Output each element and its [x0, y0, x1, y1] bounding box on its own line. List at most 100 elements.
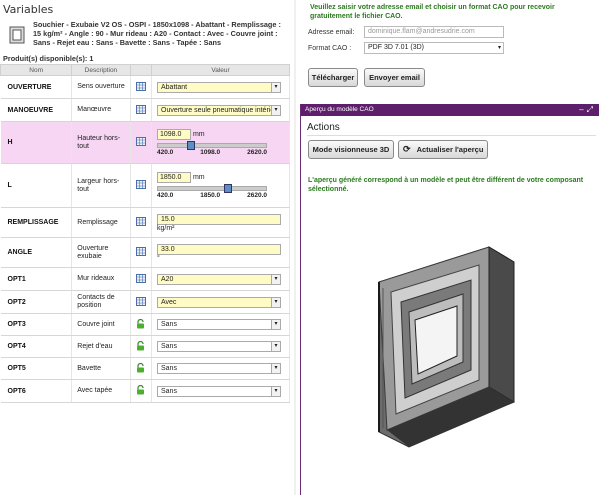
- table-row: OPT2 Contacts de position Avec ▾: [0, 290, 290, 314]
- ouverture-select[interactable]: Abattant ▾: [157, 81, 281, 93]
- h-min: 420.0: [157, 149, 174, 156]
- table-row: OPT1 Mur rideaux A20 ▾: [0, 267, 290, 291]
- var-desc: Couvre joint: [71, 313, 131, 336]
- table-row: OUVERTURE Sens ouverture Abattant ▾: [0, 75, 290, 99]
- minimize-icon[interactable]: –: [579, 105, 586, 114]
- col-name: Nom: [0, 64, 73, 76]
- table-row: OPT5 Bavette Sans ▾: [0, 357, 290, 380]
- l-slider-knob[interactable]: [224, 184, 233, 193]
- var-desc: Sens ouverture: [71, 75, 131, 99]
- var-name: L: [0, 163, 73, 208]
- grid-icon[interactable]: [130, 237, 153, 268]
- opt2-select[interactable]: Avec ▾: [157, 296, 281, 308]
- refresh-icon: ⟳: [403, 144, 411, 154]
- opt5-select[interactable]: Sans ▾: [157, 363, 281, 374]
- l-input[interactable]: 1850.0: [157, 172, 191, 183]
- table-row: MANOEUVRE Manœuvre Ouverture seule pneum…: [0, 98, 290, 122]
- preview-header: Aperçu du modèle CAO –⤢: [301, 104, 599, 116]
- table-row: REMPLISSAGE Remplissage 15.0 kg/m²: [0, 207, 290, 238]
- col-value: Valeur: [151, 64, 290, 76]
- panel-divider: [294, 0, 296, 495]
- grid-icon[interactable]: [130, 163, 153, 208]
- angle-unit: °: [157, 254, 160, 262]
- format-label: Format CAO :: [308, 45, 352, 52]
- lock-icon[interactable]: [130, 379, 153, 403]
- opt6-select[interactable]: Sans ▾: [157, 385, 281, 397]
- grid-icon[interactable]: [130, 98, 153, 122]
- grid-icon[interactable]: [130, 121, 153, 164]
- var-desc: Manœuvre: [71, 98, 131, 122]
- grid-icon[interactable]: [130, 207, 153, 238]
- var-name: H: [0, 121, 73, 164]
- grid-icon[interactable]: [130, 75, 153, 99]
- h-slider-knob[interactable]: [187, 141, 196, 150]
- expand-icon[interactable]: ⤢: [587, 105, 596, 114]
- table-row: OPT6 Avec tapée Sans ▾: [0, 379, 290, 403]
- var-desc: Ouverture exubaie: [71, 237, 131, 268]
- h-unit: mm: [192, 131, 205, 138]
- l-slider[interactable]: [157, 184, 267, 193]
- grid-icon[interactable]: [130, 290, 153, 314]
- viewer-3d-button[interactable]: Mode visionneuse 3D: [308, 140, 394, 159]
- col-icon: [129, 64, 153, 76]
- var-name: MANOEUVRE: [0, 98, 73, 122]
- h-cur: 1098.0: [200, 149, 221, 156]
- table-header: Nom Description Valeur: [0, 64, 290, 76]
- actions-title: Actions: [307, 122, 340, 133]
- table-row: H Hauteur hors-tout 1098.0 mm 420.0 1098…: [0, 121, 290, 164]
- grid-icon[interactable]: [130, 267, 153, 291]
- h-max: 2620.0: [247, 149, 267, 156]
- var-desc: Bavette: [71, 357, 131, 380]
- var-name: OPT1: [0, 267, 73, 291]
- table-row: OPT4 Rejet d'eau Sans ▾: [0, 335, 290, 358]
- panel-title: Variables: [3, 3, 54, 16]
- var-desc: Mur rideaux: [71, 267, 131, 291]
- h-input[interactable]: 1098.0: [157, 129, 191, 140]
- var-name: OPT4: [0, 335, 73, 358]
- l-cur: 1850.0: [200, 192, 221, 199]
- table-row: L Largeur hors-tout 1850.0 mm 420.0 1850…: [0, 163, 290, 208]
- var-desc: Hauteur hors-tout: [71, 121, 131, 164]
- send-email-button[interactable]: Envoyer email: [364, 68, 425, 87]
- form-message: Veuillez saisir votre adresse email et c…: [310, 4, 555, 20]
- email-field[interactable]: dominique.flam@andresudrie.com: [364, 26, 504, 38]
- angle-input[interactable]: 33.0: [157, 243, 281, 255]
- opt3-select[interactable]: Sans ▾: [157, 319, 281, 330]
- lock-icon[interactable]: [130, 335, 153, 358]
- l-max: 2620.0: [247, 192, 267, 199]
- var-name: OPT3: [0, 313, 73, 336]
- var-name: REMPLISSAGE: [0, 207, 73, 238]
- l-min: 420.0: [157, 192, 174, 199]
- table-row: ANGLE Ouverture exubaie 33.0 °: [0, 237, 290, 268]
- window-model-preview: [378, 246, 515, 448]
- preview-title: Aperçu du modèle CAO: [305, 106, 374, 113]
- table-row: OPT3 Couvre joint Sans ▾: [0, 313, 290, 336]
- email-label: Adresse email:: [308, 29, 355, 36]
- download-button[interactable]: Télécharger: [308, 68, 358, 87]
- remplissage-input[interactable]: 15.0: [157, 213, 281, 225]
- lock-icon[interactable]: [130, 357, 153, 380]
- product-icon: [9, 26, 25, 44]
- var-desc: Contacts de position: [71, 290, 131, 314]
- var-name: OPT5: [0, 357, 73, 380]
- h-slider[interactable]: [157, 141, 267, 150]
- divider: [307, 135, 596, 136]
- refresh-preview-button[interactable]: ⟳ Actualiser l'aperçu: [398, 140, 488, 159]
- var-desc: Remplissage: [71, 207, 131, 238]
- opt1-select[interactable]: A20 ▾: [157, 273, 281, 285]
- preview-message: L'aperçu généré correspond à un modèle e…: [308, 177, 584, 193]
- chevron-down-icon: ▾: [497, 45, 501, 51]
- lock-icon[interactable]: [130, 313, 153, 336]
- variables-table: Nom Description Valeur OUVERTURE Sens ou…: [0, 64, 290, 403]
- manoeuvre-select[interactable]: Ouverture seule pneumatique intérie ▾: [157, 104, 281, 116]
- remplissage-unit: kg/m²: [157, 224, 175, 232]
- cao-preview-panel: Aperçu du modèle CAO –⤢ Actions Mode vis…: [300, 104, 599, 495]
- product-description: Souchier - Exubaie V2 OS - OSPI - 1850x1…: [33, 20, 281, 47]
- var-name: OPT6: [0, 379, 73, 403]
- format-select[interactable]: PDF 3D 7.01 (3D) ▾: [364, 42, 504, 54]
- var-desc: Largeur hors-tout: [71, 163, 131, 208]
- var-name: OPT2: [0, 290, 73, 314]
- opt4-select[interactable]: Sans ▾: [157, 341, 281, 352]
- cao-form: Veuillez saisir votre adresse email et c…: [300, 0, 599, 95]
- var-name: OUVERTURE: [0, 75, 73, 99]
